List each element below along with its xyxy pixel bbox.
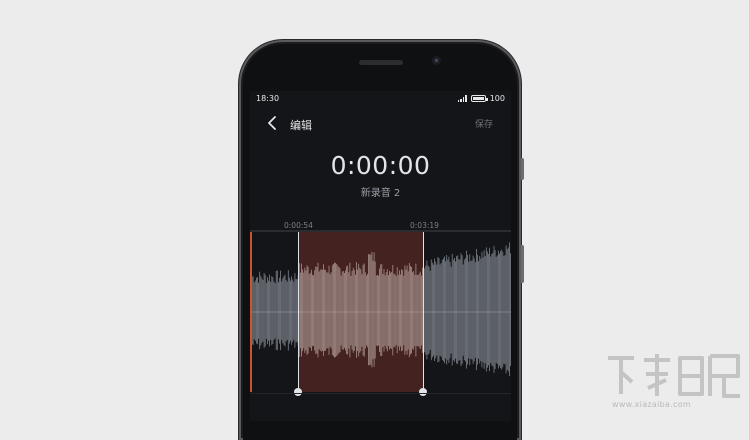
status-right: 100 <box>457 94 505 103</box>
selection-start-time: 0:00:54 <box>284 221 313 230</box>
earpiece-speaker <box>359 60 403 65</box>
save-button[interactable]: 保存 <box>475 117 493 130</box>
battery-icon <box>470 95 488 102</box>
edit-toolbar: 编辑 保存 <box>250 111 511 135</box>
playhead-marker <box>250 232 252 392</box>
trim-end-handle-line[interactable] <box>423 232 424 393</box>
power-button <box>521 245 524 283</box>
waveform[interactable] <box>250 232 511 392</box>
trim-end-handle[interactable] <box>419 388 427 396</box>
selection-end-time: 0:03:19 <box>410 221 439 230</box>
phone-screen: 18:30 100 编辑 保存 0:00:00 新录音 2 0:00:54 0:… <box>250 91 511 421</box>
recording-name: 新录音 2 <box>360 188 401 199</box>
volume-button <box>521 158 524 180</box>
back-arrow-icon[interactable] <box>264 114 282 132</box>
trim-start-handle-line[interactable] <box>298 232 299 393</box>
front-camera-icon <box>432 56 441 65</box>
status-time: 18:30 <box>256 94 280 103</box>
battery-level: 100 <box>489 94 505 103</box>
trim-start-handle[interactable] <box>294 388 302 396</box>
signal-icon <box>457 95 467 102</box>
watermark-site: www.xiazaiba.com <box>612 400 692 409</box>
waveform-baseline <box>250 393 511 394</box>
page-title: 编辑 <box>290 119 312 132</box>
elapsed-time: 0:00:00 <box>330 151 431 180</box>
status-bar: 18:30 100 <box>250 91 511 109</box>
